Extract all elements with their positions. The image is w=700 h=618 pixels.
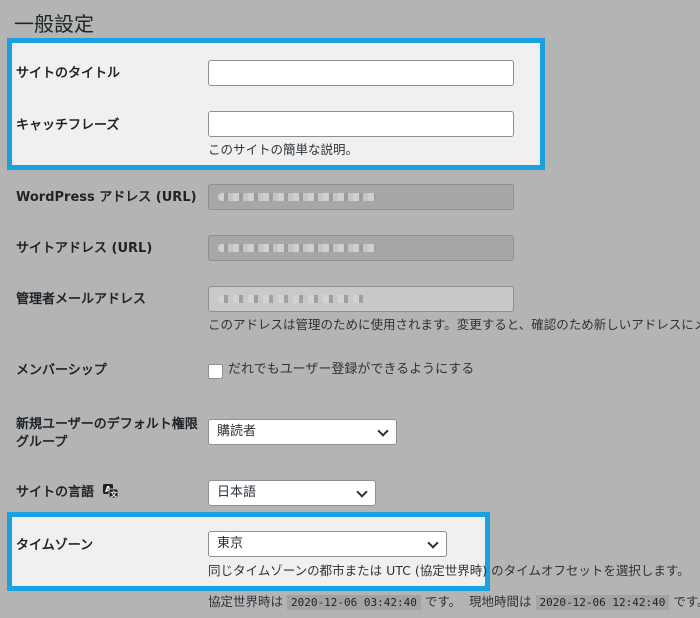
site-language-value: 日本語 <box>217 485 257 500</box>
site-language-select[interactable]: 日本語 <box>208 480 376 506</box>
local-suffix: です。 <box>673 594 700 609</box>
admin-email-blurred-value <box>218 295 368 303</box>
timezone-value: 東京 <box>217 536 244 551</box>
timezone-select[interactable]: 東京 <box>208 531 447 557</box>
admin-email-description: このアドレスは管理のために使用されます。変更すると、確認のため新しいアドレスにメ <box>208 317 700 332</box>
chevron-down-icon <box>356 486 368 498</box>
timezone-times: 協定世界時は 2020-12-06 03:42:40 です。 現地時間は 202… <box>208 593 700 612</box>
default-role-label-line2: グループ <box>16 435 68 450</box>
local-label: 現地時間は <box>469 594 532 609</box>
local-time: 2020-12-06 12:42:40 <box>535 595 670 610</box>
page-title: 一般設定 <box>14 12 94 36</box>
wp-address-label: WordPress アドレス (URL) <box>16 190 197 205</box>
membership-label: メンバーシップ <box>16 363 107 378</box>
tagline-description: このサイトの簡単な説明。 <box>208 142 359 157</box>
site-language-label-text: サイトの言語 <box>16 485 95 500</box>
site-title-label: サイトのタイトル <box>16 66 121 81</box>
timezone-description: 同じタイムゾーンの都市または UTC (協定世界時) のタイムオフセットを選択し… <box>208 563 690 578</box>
site-address-blurred-value <box>218 244 376 252</box>
tagline-input[interactable] <box>208 111 514 137</box>
timezone-label: タイムゾーン <box>16 538 94 553</box>
site-language-label: サイトの言語 A 文 <box>16 484 118 502</box>
chevron-down-icon <box>377 425 389 437</box>
site-address-label: サイトアドレス (URL) <box>16 241 153 256</box>
utc-time: 2020-12-06 03:42:40 <box>287 595 421 610</box>
translate-icon: A 文 <box>102 484 118 498</box>
svg-text:文: 文 <box>110 490 118 498</box>
chevron-down-icon <box>427 537 439 549</box>
utc-suffix: です。 <box>424 594 462 609</box>
membership-checkbox-label[interactable]: だれでもユーザー登録ができるようにする <box>228 361 474 379</box>
default-role-select[interactable]: 購読者 <box>208 419 397 445</box>
tagline-label: キャッチフレーズ <box>16 118 120 133</box>
utc-label: 協定世界時は <box>208 594 284 609</box>
membership-checkbox[interactable] <box>208 364 223 379</box>
admin-email-label: 管理者メールアドレス <box>16 292 147 307</box>
default-role-label-line1: 新規ユーザーのデフォルト権限 <box>16 417 198 432</box>
site-title-input[interactable] <box>208 60 514 86</box>
default-role-value: 購読者 <box>217 424 257 439</box>
wp-address-blurred-value <box>218 193 376 201</box>
